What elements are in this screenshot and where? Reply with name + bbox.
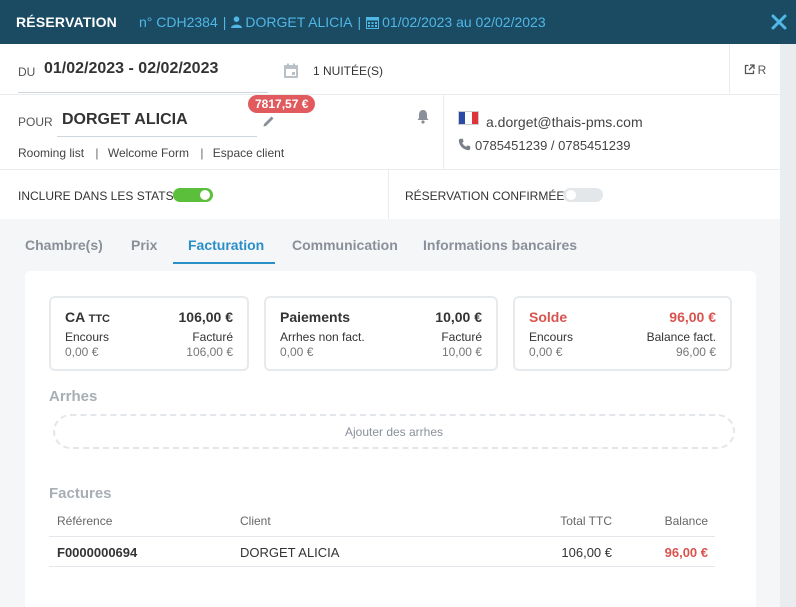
solde-title: Solde — [529, 309, 568, 325]
ca-encours-value: 0,00 € — [65, 345, 99, 359]
nights-count: 1 NUITÉE(S) — [313, 64, 384, 78]
balance-fact-value: 96,00 € — [675, 345, 716, 359]
guest-email[interactable]: a.dorget@thais-pms.com — [486, 114, 643, 130]
rooming-list-link[interactable]: Rooming list — [18, 146, 84, 160]
calendar-icon[interactable] — [283, 63, 299, 79]
arrhes-section-title: Arrhes — [49, 388, 98, 405]
pencil-icon[interactable] — [262, 114, 276, 128]
pour-label: POUR — [18, 115, 53, 129]
tab-prix[interactable]: Prix — [131, 237, 157, 253]
ca-encours-label: Encours — [65, 330, 110, 344]
header-info: n° CDH2384 | DORGET ALICIA | 01/02/2023 … — [139, 14, 546, 30]
ca-summary-card: CA TTC 106,00 € Encours Facturé 0,00 € 1… — [49, 296, 249, 371]
solde-value: 96,00 € — [669, 309, 716, 325]
invoice-reference[interactable]: F0000000694 — [57, 545, 137, 560]
invoice-client: DORGET ALICIA — [240, 545, 340, 560]
welcome-form-link[interactable]: Welcome Form — [108, 146, 189, 160]
solde-encours-label: Encours — [529, 330, 574, 344]
solde-summary-card: Solde 96,00 € Encours Balance fact. 0,00… — [513, 296, 732, 371]
options-row: INCLURE DANS LES STATS RÉSERVATION CONFI… — [0, 170, 780, 219]
open-external-button[interactable]: R — [729, 44, 780, 95]
ca-facture-label: Facturé — [192, 330, 233, 344]
col-balance[interactable]: Balance — [665, 514, 708, 528]
guest-name-field[interactable]: DORGET ALICIA — [62, 111, 188, 129]
guest-phones: 0785451239 / 0785451239 — [475, 138, 631, 153]
r-label: R — [757, 62, 767, 77]
paiements-title: Paiements — [280, 309, 351, 325]
reservation-ref: n° CDH2384 — [139, 14, 218, 30]
bell-icon[interactable] — [416, 109, 430, 124]
tab-facturation[interactable]: Facturation — [188, 237, 264, 253]
tab-informations-bancaires[interactable]: Informations bancaires — [423, 237, 577, 253]
tab-bar: Chambre(s) Prix Facturation Communicatio… — [0, 219, 780, 265]
col-total-ttc[interactable]: Total TTC — [560, 514, 612, 528]
modal-header: RÉSERVATION n° CDH2384 | DORGET ALICIA |… — [0, 0, 796, 44]
calendar-icon — [366, 16, 380, 29]
user-icon — [231, 16, 243, 28]
stats-toggle[interactable] — [173, 188, 213, 202]
du-label: DU — [18, 65, 36, 79]
france-flag-icon — [458, 111, 479, 125]
confirmed-toggle[interactable] — [563, 188, 603, 202]
ca-title: CA TTC — [65, 309, 110, 325]
paiements-value: 10,00 € — [435, 309, 482, 325]
balance-fact-label: Balance fact. — [646, 330, 716, 344]
add-arrhes-button[interactable]: Ajouter des arrhes — [53, 414, 735, 449]
header-guest: DORGET ALICIA — [245, 14, 353, 30]
solde-encours-value: 0,00 € — [529, 345, 563, 359]
modal-title: RÉSERVATION — [16, 14, 117, 30]
paiements-summary-card: Paiements 10,00 € Arrhes non fact. Factu… — [264, 296, 498, 371]
ca-value: 106,00 € — [178, 309, 234, 325]
ca-facture-value: 106,00 € — [186, 345, 233, 359]
stay-dates-field[interactable]: 01/02/2023 - 02/02/2023 — [44, 60, 218, 78]
reservation-summary: DU 01/02/2023 - 02/02/2023 1 NUITÉE(S) R… — [0, 44, 780, 219]
phone-icon — [458, 138, 471, 151]
col-client[interactable]: Client — [240, 514, 271, 528]
reservation-modal: RÉSERVATION n° CDH2384 | DORGET ALICIA |… — [0, 0, 796, 607]
tab-chambres[interactable]: Chambre(s) — [25, 237, 103, 253]
stay-row: DU 01/02/2023 - 02/02/2023 1 NUITÉE(S) R — [0, 44, 780, 95]
col-reference[interactable]: Référence — [57, 514, 112, 528]
stats-label: INCLURE DANS LES STATS — [18, 189, 174, 203]
invoice-total: 106,00 € — [561, 545, 612, 560]
paiements-facture-label: Facturé — [441, 330, 482, 344]
factures-section-title: Factures — [49, 485, 112, 502]
external-link-icon — [744, 64, 755, 75]
guest-row: POUR DORGET ALICIA 7817,57 € Rooming lis… — [0, 95, 780, 170]
guest-links: Rooming list | Welcome Form | Espace cli… — [18, 146, 285, 160]
billing-panel: CA TTC 106,00 € Encours Facturé 0,00 € 1… — [25, 271, 756, 607]
arrhes-non-fact-label: Arrhes non fact. — [280, 330, 365, 344]
espace-client-link[interactable]: Espace client — [213, 146, 284, 160]
close-icon[interactable] — [770, 13, 788, 31]
tab-communication[interactable]: Communication — [292, 237, 398, 253]
arrhes-non-fact-value: 0,00 € — [280, 345, 314, 359]
scrollbar[interactable] — [780, 44, 796, 607]
active-tab-indicator — [173, 262, 275, 264]
confirmed-label: RÉSERVATION CONFIRMÉE — [405, 189, 565, 203]
paiements-facture-value: 10,00 € — [441, 345, 482, 359]
balance-badge: 7817,57 € — [248, 95, 316, 113]
invoice-balance: 96,00 € — [664, 545, 708, 560]
header-dates: 01/02/2023 au 02/02/2023 — [382, 14, 546, 30]
